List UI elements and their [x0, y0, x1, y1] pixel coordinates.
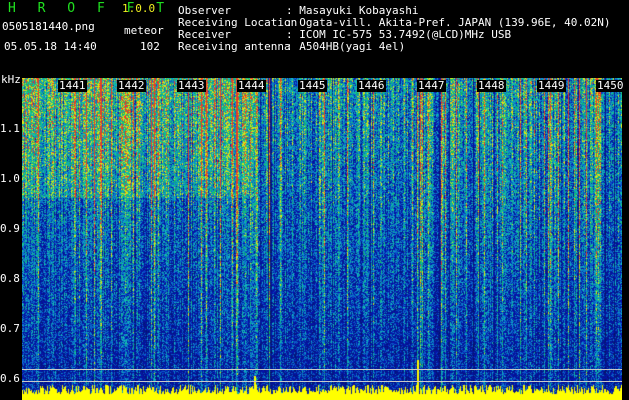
threshold-line-lower [22, 381, 622, 382]
spectrogram-canvas [22, 78, 622, 400]
x-tick-label: 1444 [237, 79, 266, 92]
x-tick-label: 1448 [477, 79, 506, 92]
y-tick-label: 0.9 [0, 222, 20, 235]
x-tick-label: 1446 [357, 79, 386, 92]
file-name: 0505181440.png [2, 20, 95, 33]
y-axis-unit: kHz [1, 73, 21, 86]
x-tick-label: 1441 [58, 79, 87, 92]
threshold-line-upper [22, 369, 622, 370]
meteor-count: 102 [140, 40, 160, 53]
y-tick-label: 0.6 [0, 372, 20, 385]
antenna-value: : A504HB(yagi 4el) [286, 40, 406, 53]
x-tick-label: 1449 [537, 79, 566, 92]
y-tick-label: 1.1 [0, 122, 20, 135]
date-time: 05.05.18 14:40 [4, 40, 97, 53]
y-tick-label: 0.8 [0, 272, 20, 285]
y-tick-label: 1.0 [0, 172, 20, 185]
spectrogram [22, 78, 622, 400]
antenna-label: Receiving antenna [178, 40, 291, 53]
x-tick-label: 1445 [298, 79, 327, 92]
x-tick-label: 1450 [596, 79, 625, 92]
x-tick-label: 1442 [117, 79, 146, 92]
x-tick-label: 1443 [177, 79, 206, 92]
x-tick-label: 1447 [417, 79, 446, 92]
app-version: 1.0.0 [122, 2, 156, 15]
meteor-label: meteor [124, 24, 164, 37]
y-tick-label: 0.7 [0, 322, 20, 335]
